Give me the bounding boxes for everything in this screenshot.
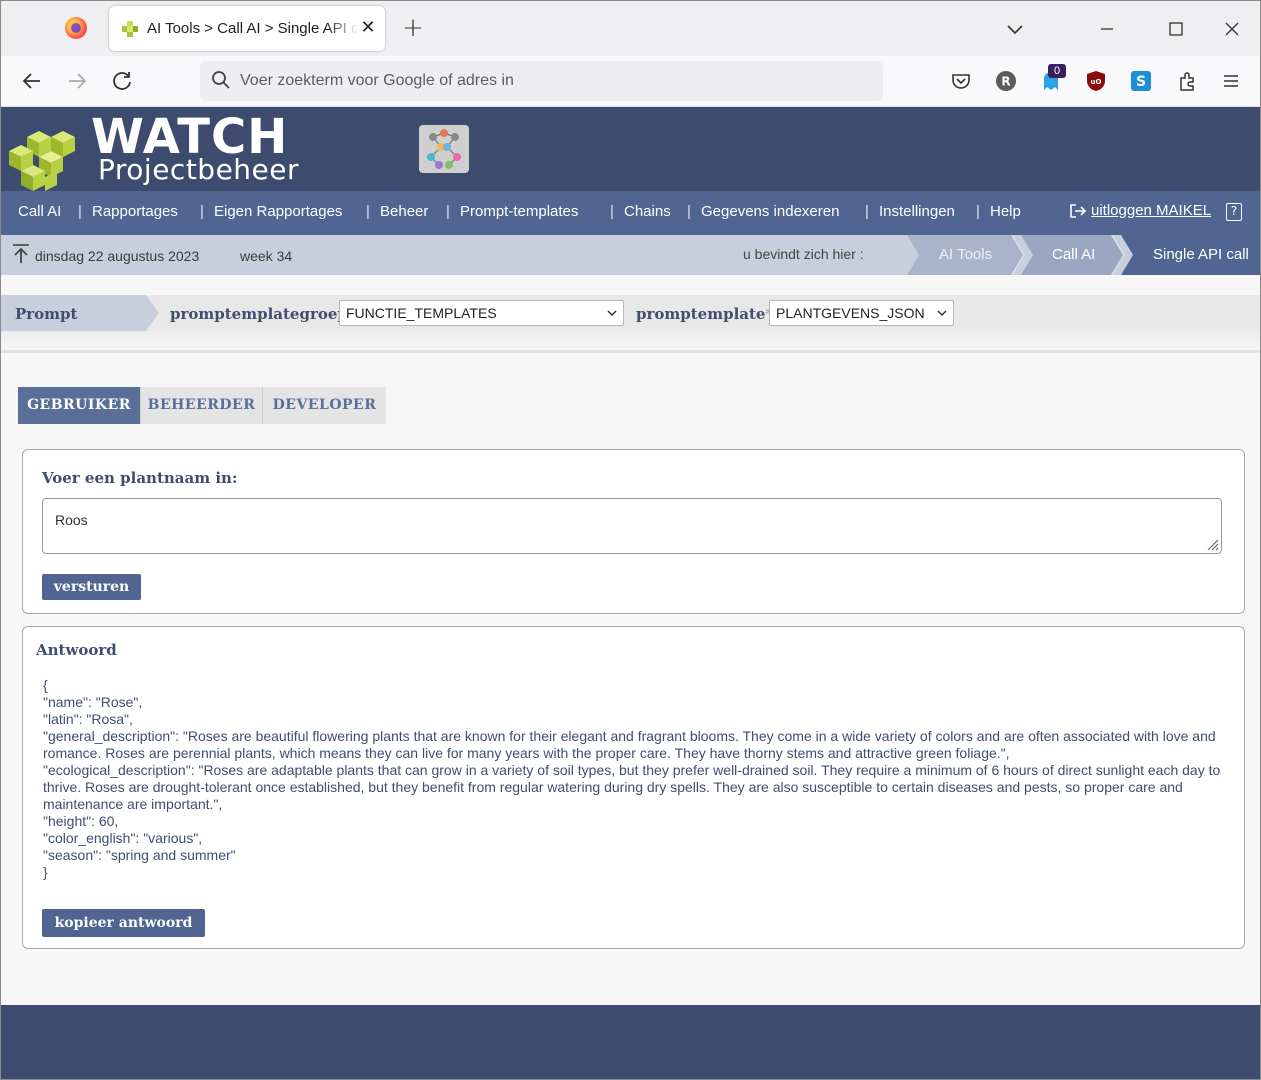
menu-separator: | [976,203,980,220]
watch-logo-icon[interactable] [7,117,87,197]
svg-text:uO: uO [1091,78,1102,86]
chevron-down-icon [607,310,617,317]
help-icon[interactable]: ? [1226,203,1242,221]
site-footer [1,1005,1260,1079]
input-panel: Voer een plantnaam in: Roos versturen [22,449,1245,614]
menu-item-eigen-rapportages[interactable]: Eigen Rapportages [214,203,342,220]
breadcrumb-ai-tools[interactable]: AI Tools [939,246,992,263]
prompttemplate-label-text: promptemplate [636,305,766,323]
site-header: WATCH Projectbeheer [1,107,1260,191]
promptgroup-label: promptemplategroep [170,305,348,323]
back-icon[interactable] [19,68,45,94]
menu-separator: | [78,203,82,220]
tab-favicon-icon [122,21,138,37]
minimize-icon[interactable] [1092,15,1122,43]
close-icon[interactable]: ✕ [358,16,378,40]
hamburger-icon[interactable] [1220,70,1242,92]
breadcrumb-bar: dinsdag 22 augustus 2023 week 34 u bevin… [1,235,1260,275]
upload-icon[interactable] [11,243,31,265]
menu-item-call-ai[interactable]: Call AI [18,203,61,220]
logo-subtitle: Projectbeheer [98,153,300,186]
plantname-input[interactable]: Roos [42,498,1222,554]
firefox-icon[interactable] [65,17,87,39]
resize-icon[interactable] [1203,535,1219,551]
url-input[interactable] [240,67,860,95]
prompt-section-label: Prompt [15,305,78,323]
chevron-down-icon[interactable] [1000,15,1030,43]
logout-link[interactable]: uitloggen MAIKEL [1069,202,1211,219]
current-week: week 34 [240,248,293,264]
prompt-bar-divider [1,331,1260,353]
url-bar[interactable] [200,61,883,101]
profile-r-icon[interactable]: R [995,70,1017,92]
menu-item-prompt-templates[interactable]: Prompt-templates [460,203,578,220]
pocket-icon[interactable] [950,70,972,92]
location-label: u bevindt zich hier : [743,246,864,262]
logout-label: uitloggen MAIKEL [1091,202,1212,219]
svg-text:R: R [1001,75,1010,89]
copy-answer-button[interactable]: kopieer antwoord [42,909,205,937]
navigation-bar: R 0 uO S [1,56,1260,107]
ai-network-icon[interactable] [419,125,469,173]
main-menu: Call AI | Rapportages | Eigen Rapportage… [1,191,1260,235]
menu-item-chains[interactable]: Chains [624,203,671,220]
prompt-selector-bar: Prompt promptemplategroep FUNCTIE_TEMPLA… [1,295,1260,331]
menu-item-instellingen[interactable]: Instellingen [879,203,955,220]
logout-icon [1070,204,1087,218]
menu-item-beheer[interactable]: Beheer [380,203,428,220]
breadcrumb-single-api-call: Single API call [1153,246,1249,263]
menu-separator: | [200,203,204,220]
tab-gebruiker[interactable]: GEBRUIKER [18,387,140,424]
tab-beheerder[interactable]: BEHEERDER [140,387,262,424]
promptgroup-select[interactable]: FUNCTIE_TEMPLATES [339,300,624,326]
maximize-icon[interactable] [1161,15,1191,43]
answer-text: { "name": "Rose", "latin": "Rosa", "gene… [43,677,1221,880]
window-close-icon[interactable] [1217,15,1247,43]
prompttemplate-value: PLANTGEVENS_JSON [776,305,925,321]
forward-icon[interactable] [64,68,90,94]
tab-developer[interactable]: DEVELOPER [262,387,386,424]
menu-separator: | [687,203,691,220]
answer-panel-title: Antwoord [36,641,117,659]
reload-icon[interactable] [109,68,135,94]
menu-separator: | [865,203,869,220]
svg-text:S: S [1136,74,1146,90]
menu-item-help[interactable]: Help [990,203,1021,220]
extensions-icon[interactable] [1176,70,1198,92]
menu-item-rapportages[interactable]: Rapportages [92,203,178,220]
input-panel-title: Voer een plantnaam in: [42,469,238,487]
current-date: dinsdag 22 augustus 2023 [35,248,200,264]
ublock-icon[interactable]: uO [1085,70,1107,92]
browser-tab[interactable]: AI Tools > Call AI > Single API call ✕ [109,6,385,51]
tab-title: AI Tools > Call AI > Single API call [147,20,359,37]
extension-badge: 0 [1048,64,1066,78]
plus-icon[interactable]: + [399,15,427,43]
skype-s-icon[interactable]: S [1130,70,1152,92]
search-icon [212,71,230,89]
prompttemplate-label: promptemplate* [636,305,773,323]
plantname-value: Roos [55,512,88,528]
browser-window: AI Tools > Call AI > Single API call ✕ +… [0,0,1261,1080]
answer-panel: Antwoord { "name": "Rose", "latin": "Ros… [22,626,1245,949]
menu-separator: | [610,203,614,220]
submit-button[interactable]: versturen [42,574,141,600]
prompttemplate-select[interactable]: PLANTGEVENS_JSON [769,300,954,326]
menu-separator: | [446,203,450,220]
menu-separator: | [366,203,370,220]
chevron-down-icon [937,310,947,317]
menu-item-gegevens-indexeren[interactable]: Gegevens indexeren [701,203,839,220]
promptgroup-value: FUNCTIE_TEMPLATES [346,305,497,321]
breadcrumb-call-ai[interactable]: Call AI [1052,246,1095,263]
tab-strip: AI Tools > Call AI > Single API call ✕ + [1,1,1260,56]
